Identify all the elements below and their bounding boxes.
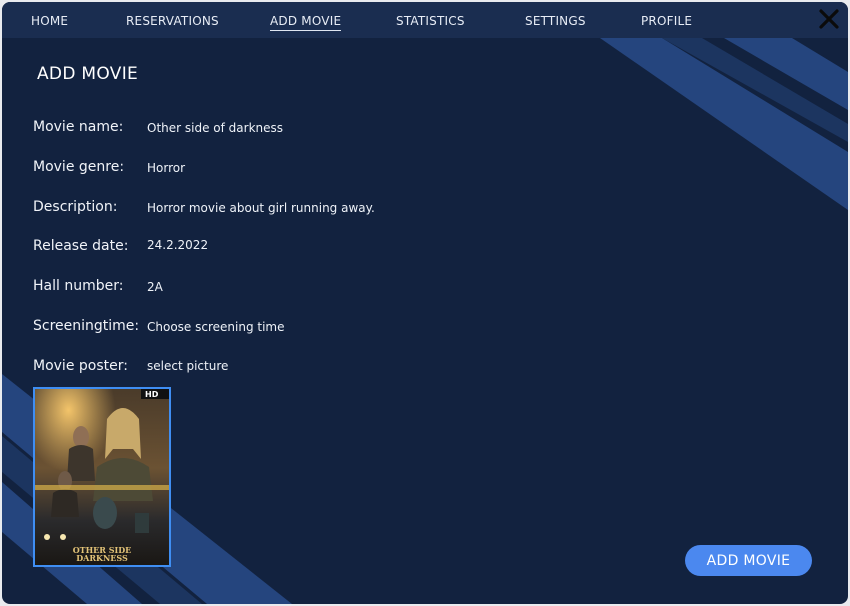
screening-time-label: Screeningtime: [33,318,140,334]
movie-genre-field[interactable]: Horror [147,161,185,175]
poster-artwork: HD OTHER SIDE DARKNESS [35,389,169,565]
app-window: HOME RESERVATIONS ADD MOVIE STATISTICS S… [2,2,848,604]
description-label: Description: [33,199,118,215]
movie-genre-label: Movie genre: [33,159,125,175]
description-field[interactable]: Horror movie about girl running away. [147,201,375,215]
nav-reservations[interactable]: RESERVATIONS [126,14,219,30]
add-movie-button[interactable]: ADD MOVIE [685,545,812,576]
nav-home[interactable]: HOME [31,14,68,30]
top-nav: HOME RESERVATIONS ADD MOVIE STATISTICS S… [2,2,848,38]
hall-number-label: Hall number: [33,278,124,294]
nav-add-movie[interactable]: ADD MOVIE [270,14,342,31]
poster-hd-badge: HD [145,390,159,399]
page-title: ADD MOVIE [37,64,139,84]
close-x-icon[interactable] [818,8,840,30]
movie-name-label: Movie name: [33,119,124,135]
movie-name-field[interactable]: Other side of darkness [147,121,283,135]
nav-profile[interactable]: PROFILE [641,14,692,30]
nav-settings[interactable]: SETTINGS [525,14,586,30]
nav-statistics[interactable]: STATISTICS [396,14,465,30]
release-date-field[interactable]: 24.2.2022 [147,238,208,252]
movie-poster-image[interactable]: HD OTHER SIDE DARKNESS [33,387,171,567]
movie-poster-label: Movie poster: [33,358,128,374]
poster-title-line2: DARKNESS [76,553,128,563]
screening-time-picker[interactable]: Choose screening time [147,320,285,334]
release-date-label: Release date: [33,238,129,254]
select-picture-button[interactable]: select picture [147,359,228,373]
hall-number-field[interactable]: 2A [147,280,163,294]
